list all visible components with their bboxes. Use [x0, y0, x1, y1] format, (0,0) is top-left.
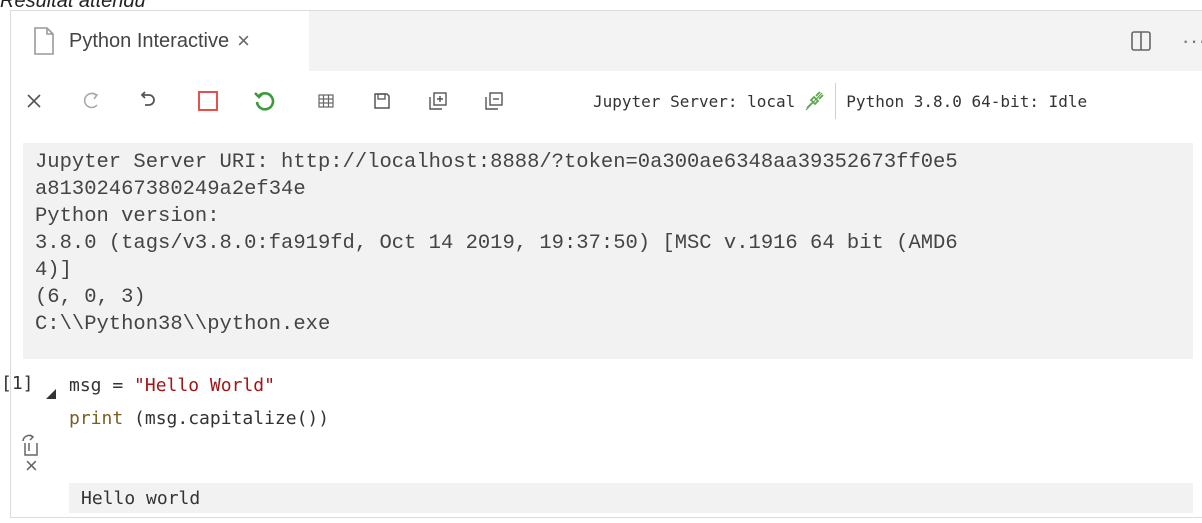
server-info-text: Jupyter Server URI: http://localhost:888…	[35, 151, 958, 336]
collapse-triangle-icon[interactable]	[46, 389, 56, 399]
connected-plug-icon	[805, 91, 824, 111]
file-icon	[34, 27, 54, 55]
more-actions-icon[interactable]: ···	[1182, 28, 1202, 54]
cell-output: Hello world	[69, 483, 1193, 513]
tab-bar: Python Interactive × ···	[11, 11, 1202, 71]
redo-icon[interactable]	[79, 88, 105, 114]
code-line2-keyword: print	[69, 408, 124, 429]
code-cell: [1] msg = "Hello World" print (msg.capit…	[1, 369, 1202, 519]
tab-close-icon[interactable]: ×	[237, 30, 250, 52]
tab-title: Python Interactive	[69, 29, 230, 52]
split-editor-icon[interactable]	[1130, 30, 1152, 52]
cell-output-text: Hello world	[81, 487, 201, 509]
code-line1-var: msg =	[69, 375, 135, 396]
editor-actions: ···	[1130, 25, 1202, 57]
delete-cell-icon[interactable]: ×	[25, 453, 38, 479]
execution-count: [1]	[1, 373, 34, 394]
collapse-all-icon[interactable]	[481, 88, 507, 114]
undo-icon[interactable]	[133, 88, 159, 114]
jupyter-server-label[interactable]: Jupyter Server: local	[593, 92, 795, 111]
code-line2-rest: (msg.capitalize())	[123, 408, 330, 429]
code-line1-string: "Hello World"	[134, 375, 275, 396]
close-icon[interactable]	[21, 88, 47, 114]
interrupt-kernel-icon[interactable]	[195, 88, 221, 114]
cell-code[interactable]: msg = "Hello World" print (msg.capitaliz…	[69, 369, 329, 435]
interactive-toolbar: Jupyter Server: local Python 3.8.0 64-bi…	[11, 71, 1202, 131]
tab-python-interactive[interactable]: Python Interactive ×	[11, 11, 309, 71]
kernel-status-label[interactable]: Python 3.8.0 64-bit: Idle	[846, 92, 1087, 111]
python-interactive-window: Python Interactive × ···	[1, 10, 1202, 519]
save-icon[interactable]	[369, 88, 395, 114]
server-info-output: Jupyter Server URI: http://localhost:888…	[23, 143, 1193, 359]
expand-all-icon[interactable]	[425, 88, 451, 114]
server-status: Jupyter Server: local Python 3.8.0 64-bi…	[593, 71, 1087, 131]
restart-kernel-icon[interactable]	[251, 88, 277, 114]
toolbar-separator	[835, 83, 837, 119]
variables-icon[interactable]	[313, 88, 339, 114]
